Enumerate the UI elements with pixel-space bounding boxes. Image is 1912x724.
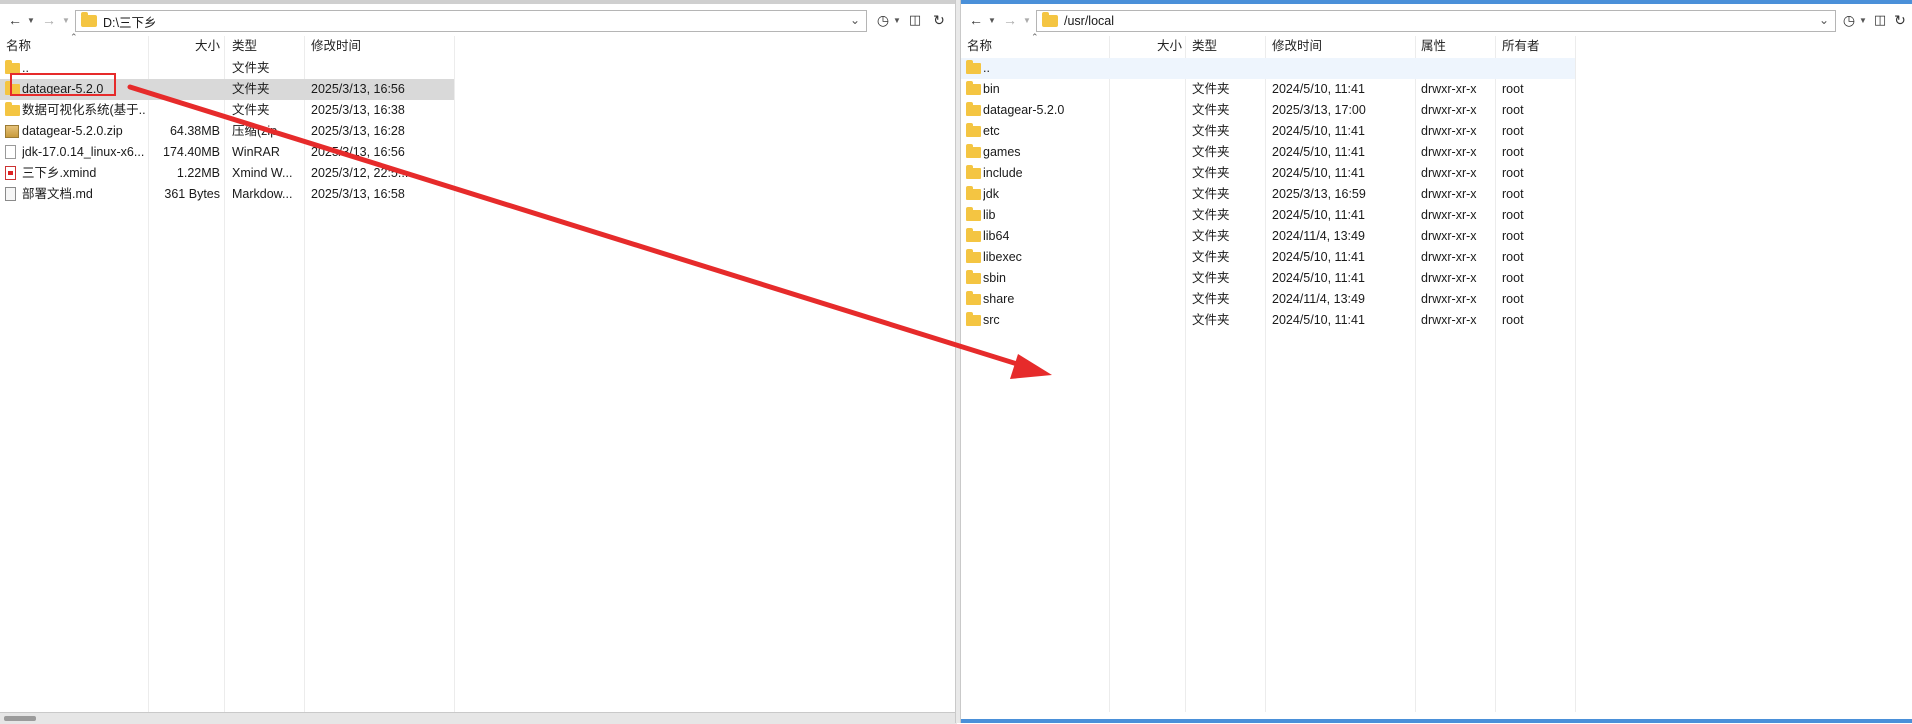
- arrow-shaft: [127, 84, 1033, 371]
- drag-arrow-annotation: [127, 84, 1052, 379]
- arrow-head: [1010, 354, 1052, 379]
